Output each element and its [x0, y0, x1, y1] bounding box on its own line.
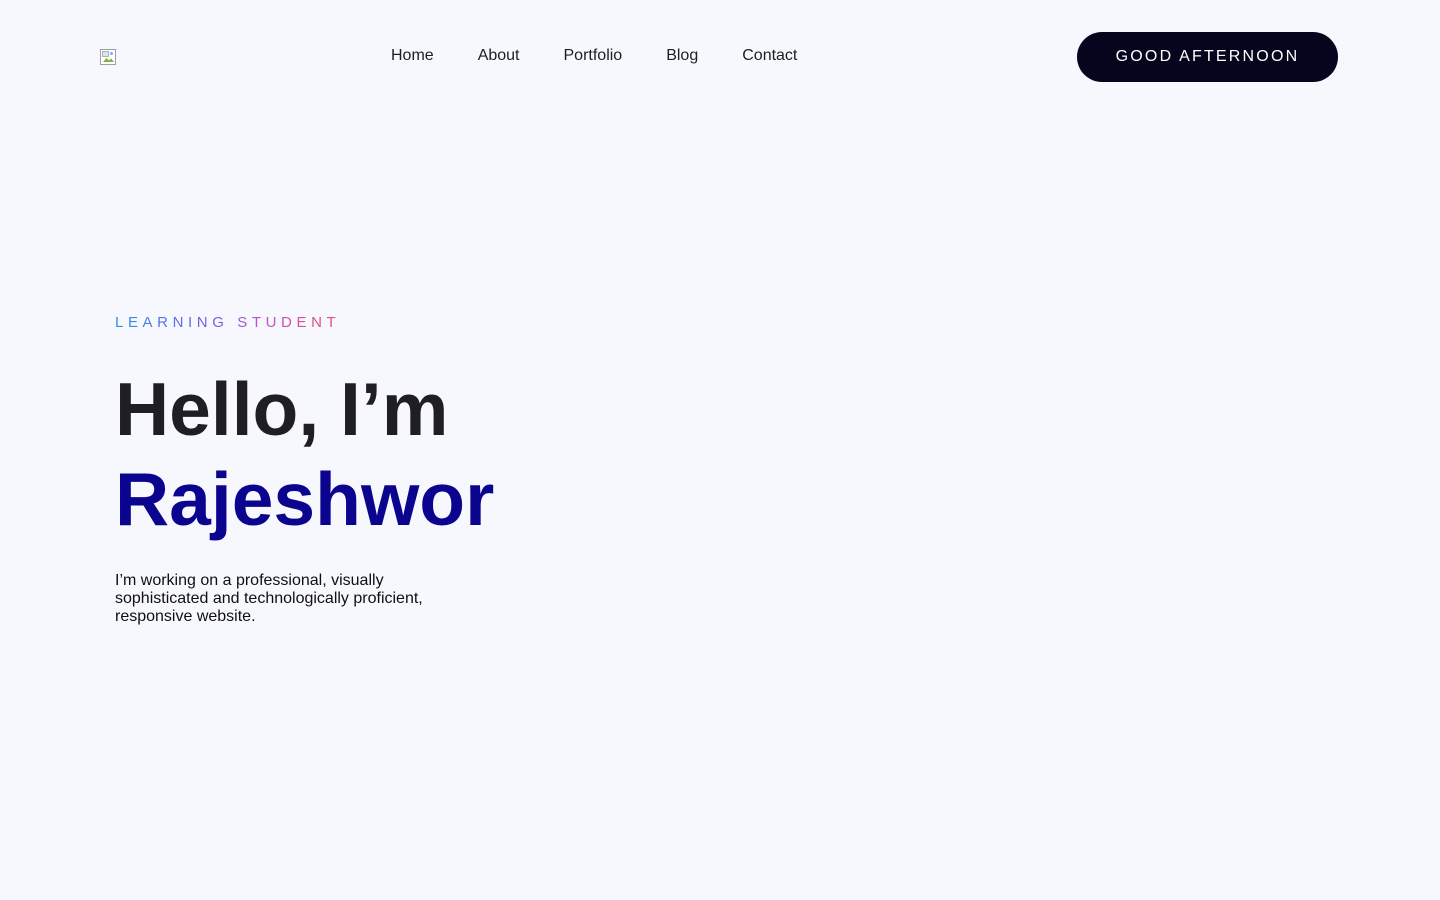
hero-section: LEARNING STUDENT Hello, I’m Rajeshwor I’… [115, 312, 715, 626]
hero-greeting: Hello, I’m [115, 367, 449, 451]
nav-about-link[interactable]: About [478, 46, 520, 66]
greeting-button[interactable]: GOOD AFTERNOON [1077, 32, 1338, 82]
hero-description: I’m working on a professional, visually … [115, 572, 423, 625]
site-header: Home About Portfolio Blog Contact GOOD A… [0, 0, 1440, 112]
hero-name: Rajeshwor [115, 457, 495, 541]
hero-eyebrow: LEARNING STUDENT [115, 312, 340, 334]
broken-image-icon [100, 49, 116, 65]
nav-blog-link[interactable]: Blog [666, 46, 698, 66]
logo-broken-image-icon[interactable] [100, 49, 116, 65]
nav-portfolio-link[interactable]: Portfolio [564, 46, 623, 66]
page: Home About Portfolio Blog Contact GOOD A… [0, 0, 1440, 900]
nav-contact-link[interactable]: Contact [742, 46, 797, 66]
nav-home-link[interactable]: Home [391, 46, 434, 66]
main-nav: Home About Portfolio Blog Contact [391, 46, 797, 66]
